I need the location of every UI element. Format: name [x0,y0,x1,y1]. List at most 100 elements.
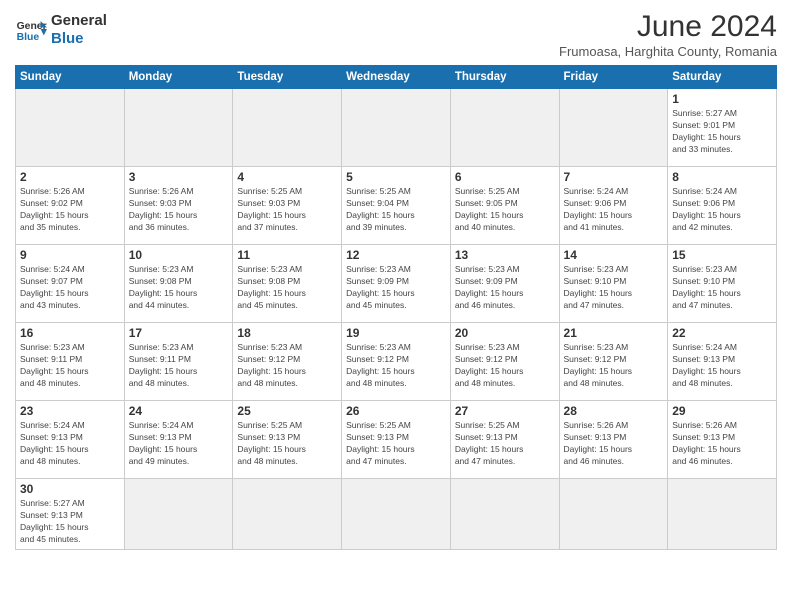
day-info: Sunrise: 5:25 AM Sunset: 9:04 PM Dayligh… [346,186,446,234]
day-info: Sunrise: 5:23 AM Sunset: 9:08 PM Dayligh… [129,264,229,312]
day-info: Sunrise: 5:23 AM Sunset: 9:12 PM Dayligh… [455,342,555,390]
calendar-day-cell [124,89,233,167]
day-number: 6 [455,170,555,184]
day-number: 8 [672,170,772,184]
day-info: Sunrise: 5:27 AM Sunset: 9:01 PM Dayligh… [672,108,772,156]
day-number: 16 [20,326,120,340]
day-info: Sunrise: 5:23 AM Sunset: 9:09 PM Dayligh… [455,264,555,312]
calendar-day-cell [342,89,451,167]
calendar-day-cell: 22 Sunrise: 5:24 AM Sunset: 9:13 PM Dayli… [668,323,777,401]
title-block: June 2024 Frumoasa, Harghita County, Rom… [559,10,777,59]
calendar-day-cell: 2Sunrise: 5:26 AM Sunset: 9:02 PM Daylig… [16,167,125,245]
day-number: 28 [564,404,664,418]
day-info: Sunrise: 5:26 AM Sunset: 9:03 PM Dayligh… [129,186,229,234]
calendar-day-cell [16,89,125,167]
day-info: Sunrise: 5:24 AM Sunset: 9:06 PM Dayligh… [672,186,772,234]
calendar-week-row: 2Sunrise: 5:26 AM Sunset: 9:02 PM Daylig… [16,167,777,245]
calendar-day-cell: 27Sunrise: 5:25 AM Sunset: 9:13 PM Dayli… [450,401,559,479]
calendar-day-cell: 24 Sunrise: 5:24 AM Sunset: 9:13 PM Dayli… [124,401,233,479]
day-info: Sunrise: 5:24 AM Sunset: 9:06 PM Dayligh… [564,186,664,234]
day-number: 3 [129,170,229,184]
calendar-day-cell: 29Sunrise: 5:26 AM Sunset: 9:13 PM Dayli… [668,401,777,479]
day-info: Sunrise: 5:23 AM Sunset: 9:11 PM Dayligh… [20,342,120,390]
calendar-week-row: 16 Sunrise: 5:23 AM Sunset: 9:11 PM Dayli… [16,323,777,401]
header-monday: Monday [124,66,233,89]
day-info: Sunrise: 5:25 AM Sunset: 9:03 PM Dayligh… [237,186,337,234]
calendar-day-cell: 28Sunrise: 5:26 AM Sunset: 9:13 PM Dayli… [559,401,668,479]
header-saturday: Saturday [668,66,777,89]
calendar-week-row: 9 Sunrise: 5:24 AM Sunset: 9:07 PM Daylig… [16,245,777,323]
day-info: Sunrise: 5:23 AM Sunset: 9:12 PM Dayligh… [564,342,664,390]
calendar-day-cell [559,479,668,550]
day-info: Sunrise: 5:24 AM Sunset: 9:07 PM Dayligh… [20,264,120,312]
calendar-day-cell: 21Sunrise: 5:23 AM Sunset: 9:12 PM Dayli… [559,323,668,401]
calendar-day-cell: 9 Sunrise: 5:24 AM Sunset: 9:07 PM Daylig… [16,245,125,323]
day-number: 9 [20,248,120,262]
day-number: 17 [129,326,229,340]
calendar-day-cell [233,479,342,550]
header-thursday: Thursday [450,66,559,89]
day-info: Sunrise: 5:24 AM Sunset: 9:13 PM Dayligh… [20,420,120,468]
day-number: 13 [455,248,555,262]
calendar-day-cell: 30 Sunrise: 5:27 AM Sunset: 9:13 PM Dayli… [16,479,125,550]
calendar-day-cell: 15Sunrise: 5:23 AM Sunset: 9:10 PM Dayli… [668,245,777,323]
header-friday: Friday [559,66,668,89]
header-sunday: Sunday [16,66,125,89]
day-number: 4 [237,170,337,184]
day-number: 1 [672,92,772,106]
calendar-week-row: 23 Sunrise: 5:24 AM Sunset: 9:13 PM Dayli… [16,401,777,479]
header-tuesday: Tuesday [233,66,342,89]
day-info: Sunrise: 5:23 AM Sunset: 9:12 PM Dayligh… [237,342,337,390]
page-header: General Blue General Blue June 2024 Frum… [15,10,777,59]
day-info: Sunrise: 5:27 AM Sunset: 9:13 PM Dayligh… [20,498,120,546]
day-info: Sunrise: 5:23 AM Sunset: 9:08 PM Dayligh… [237,264,337,312]
header-wednesday: Wednesday [342,66,451,89]
day-number: 27 [455,404,555,418]
calendar-day-cell: 19Sunrise: 5:23 AM Sunset: 9:12 PM Dayli… [342,323,451,401]
calendar-week-row: 1 Sunrise: 5:27 AM Sunset: 9:01 PM Daylig… [16,89,777,167]
day-number: 25 [237,404,337,418]
day-info: Sunrise: 5:26 AM Sunset: 9:02 PM Dayligh… [20,186,120,234]
calendar-day-cell: 1 Sunrise: 5:27 AM Sunset: 9:01 PM Daylig… [668,89,777,167]
day-number: 10 [129,248,229,262]
calendar-day-cell: 10 Sunrise: 5:23 AM Sunset: 9:08 PM Dayli… [124,245,233,323]
logo-blue-text: Blue [51,30,107,48]
day-number: 12 [346,248,446,262]
calendar-day-cell: 6 Sunrise: 5:25 AM Sunset: 9:05 PM Daylig… [450,167,559,245]
calendar-day-cell: 4 Sunrise: 5:25 AM Sunset: 9:03 PM Daylig… [233,167,342,245]
day-number: 30 [20,482,120,496]
day-number: 20 [455,326,555,340]
day-number: 14 [564,248,664,262]
day-number: 7 [564,170,664,184]
svg-text:Blue: Blue [17,32,40,43]
day-number: 23 [20,404,120,418]
day-number: 15 [672,248,772,262]
calendar-day-cell: 12 Sunrise: 5:23 AM Sunset: 9:09 PM Dayli… [342,245,451,323]
calendar-day-cell: 25Sunrise: 5:25 AM Sunset: 9:13 PM Dayli… [233,401,342,479]
day-number: 11 [237,248,337,262]
calendar-day-cell [559,89,668,167]
calendar-day-cell [342,479,451,550]
day-info: Sunrise: 5:26 AM Sunset: 9:13 PM Dayligh… [672,420,772,468]
day-info: Sunrise: 5:24 AM Sunset: 9:13 PM Dayligh… [129,420,229,468]
calendar-day-cell: 26Sunrise: 5:25 AM Sunset: 9:13 PM Dayli… [342,401,451,479]
day-info: Sunrise: 5:23 AM Sunset: 9:09 PM Dayligh… [346,264,446,312]
calendar-day-cell [450,89,559,167]
day-info: Sunrise: 5:24 AM Sunset: 9:13 PM Dayligh… [672,342,772,390]
calendar-day-cell [124,479,233,550]
logo-icon: General Blue [15,13,47,45]
month-year-title: June 2024 [559,10,777,44]
day-info: Sunrise: 5:25 AM Sunset: 9:05 PM Dayligh… [455,186,555,234]
day-number: 22 [672,326,772,340]
location-subtitle: Frumoasa, Harghita County, Romania [559,44,777,59]
day-info: Sunrise: 5:23 AM Sunset: 9:12 PM Dayligh… [346,342,446,390]
calendar-day-cell: 18Sunrise: 5:23 AM Sunset: 9:12 PM Dayli… [233,323,342,401]
calendar-day-cell: 20 Sunrise: 5:23 AM Sunset: 9:12 PM Dayli… [450,323,559,401]
calendar-header-row: Sunday Monday Tuesday Wednesday Thursday… [16,66,777,89]
calendar-day-cell [668,479,777,550]
calendar-week-row: 30 Sunrise: 5:27 AM Sunset: 9:13 PM Dayli… [16,479,777,550]
day-info: Sunrise: 5:25 AM Sunset: 9:13 PM Dayligh… [346,420,446,468]
calendar-table: Sunday Monday Tuesday Wednesday Thursday… [15,65,777,550]
day-number: 24 [129,404,229,418]
calendar-day-cell: 13 Sunrise: 5:23 AM Sunset: 9:09 PM Dayli… [450,245,559,323]
